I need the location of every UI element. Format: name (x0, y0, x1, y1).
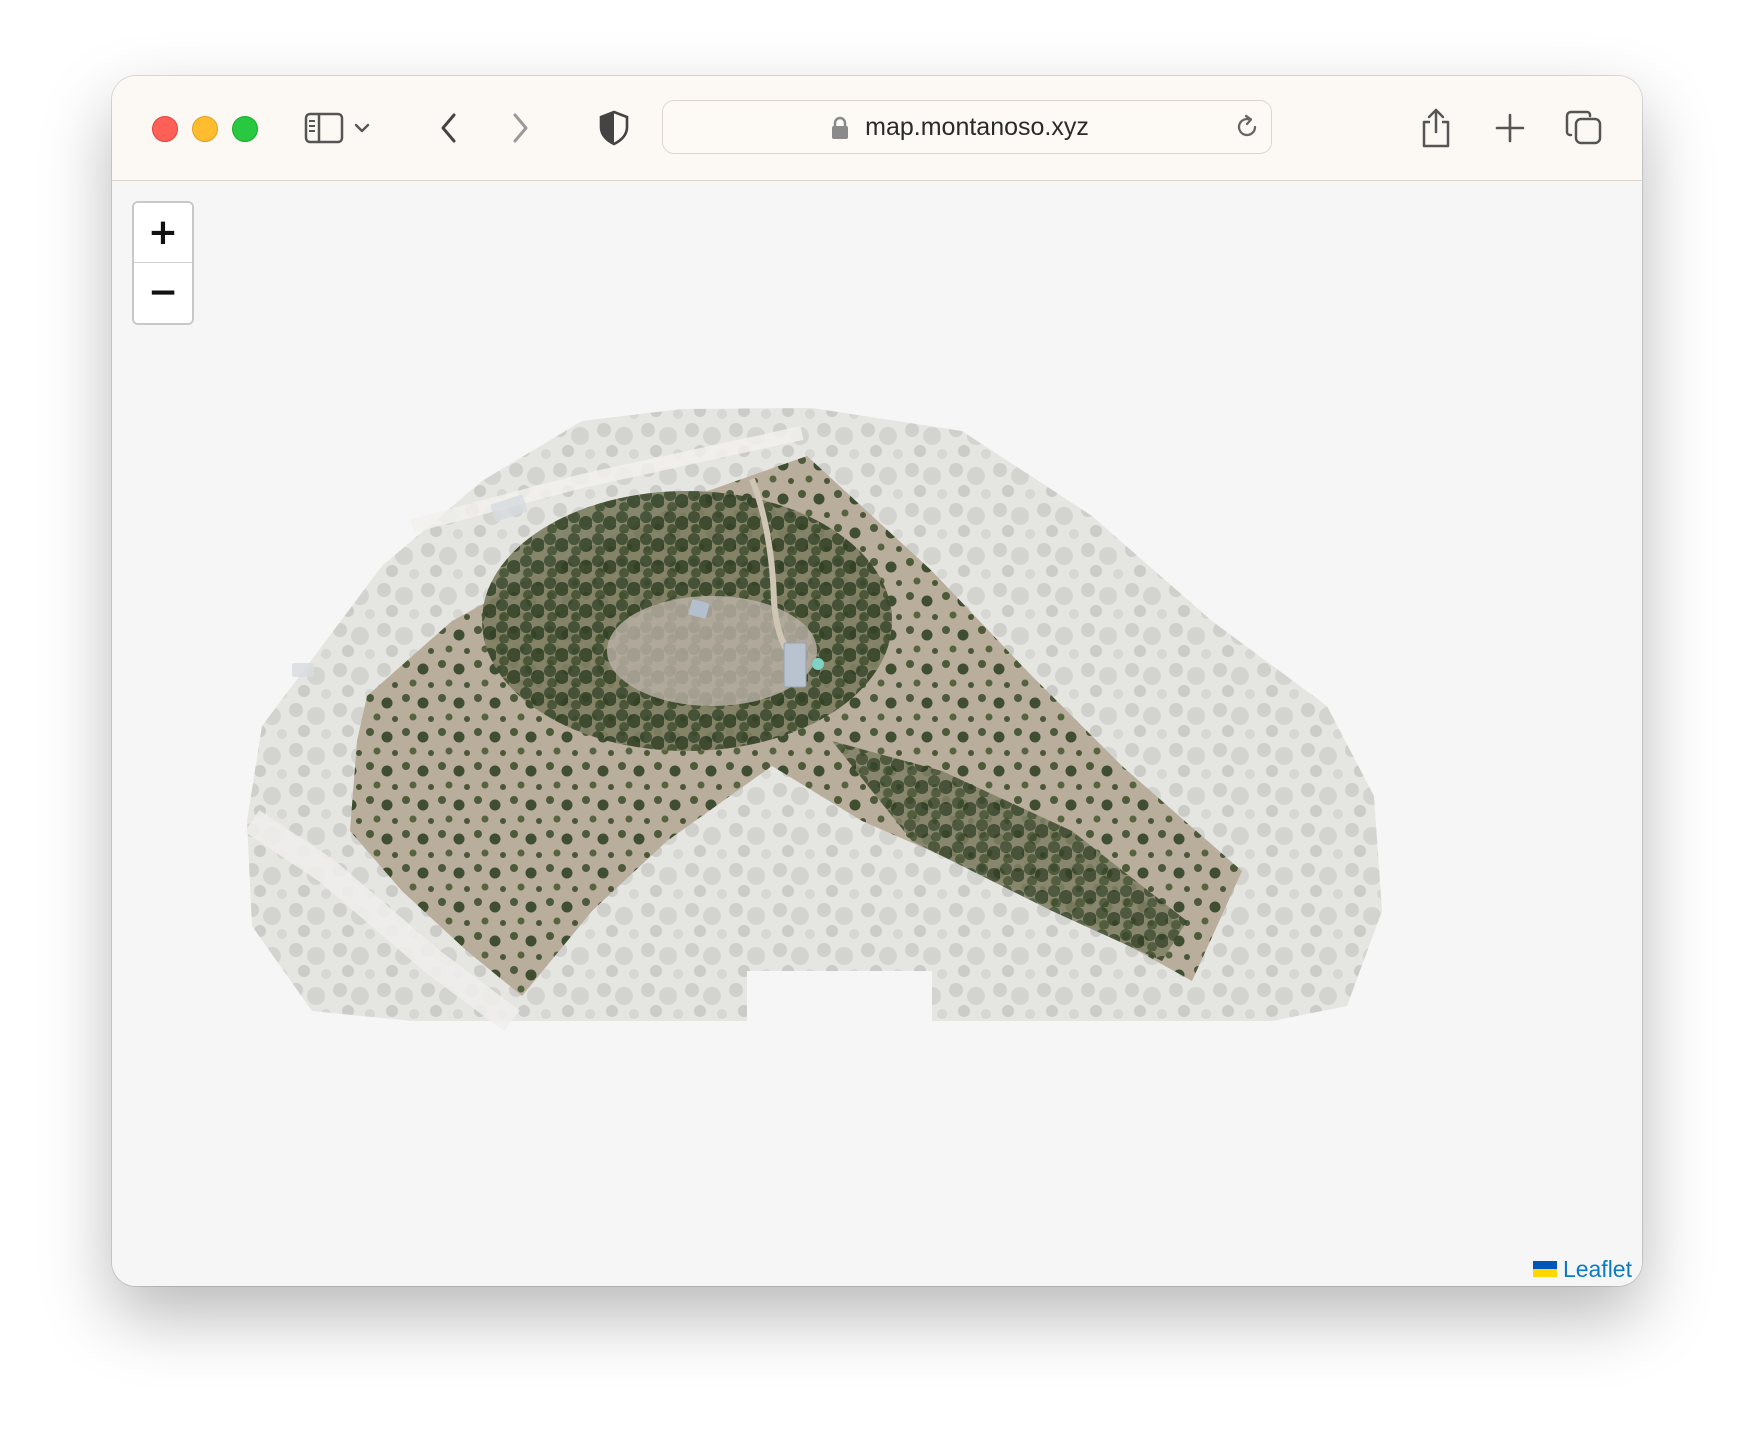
main-building (783, 642, 807, 688)
chevron-down-icon[interactable] (350, 106, 374, 150)
back-icon[interactable] (427, 106, 471, 150)
close-window-button[interactable] (152, 116, 178, 142)
share-icon[interactable] (1414, 106, 1458, 150)
sidebar-icon[interactable] (302, 106, 346, 150)
forward-icon[interactable] (498, 106, 542, 150)
zoom-out-button[interactable]: − (134, 263, 192, 323)
zoom-window-button[interactable] (232, 116, 258, 142)
ukraine-flag-icon (1532, 1261, 1557, 1277)
map-attribution: Leaflet (1532, 1254, 1632, 1284)
minimize-window-button[interactable] (192, 116, 218, 142)
browser-toolbar: map.montanoso.xyz (112, 76, 1642, 181)
leaflet-link[interactable]: Leaflet (1563, 1256, 1632, 1283)
browser-window: map.montanoso.xyz + − Leaflet (112, 76, 1642, 1286)
address-bar[interactable]: map.montanoso.xyz (662, 100, 1272, 154)
zoom-in-button[interactable]: + (134, 203, 192, 263)
new-tab-icon[interactable] (1488, 106, 1532, 150)
neighbor-building (292, 663, 314, 677)
water-tank (812, 658, 824, 670)
shield-icon[interactable] (592, 106, 636, 150)
reload-icon[interactable] (1233, 113, 1261, 146)
aerial-imagery-layer[interactable] (112, 181, 1642, 1286)
tabs-overview-icon[interactable] (1562, 106, 1606, 150)
map-container[interactable]: + − Leaflet (112, 181, 1642, 1286)
zoom-control: + − (132, 201, 194, 325)
url-text: map.montanoso.xyz (865, 113, 1089, 141)
